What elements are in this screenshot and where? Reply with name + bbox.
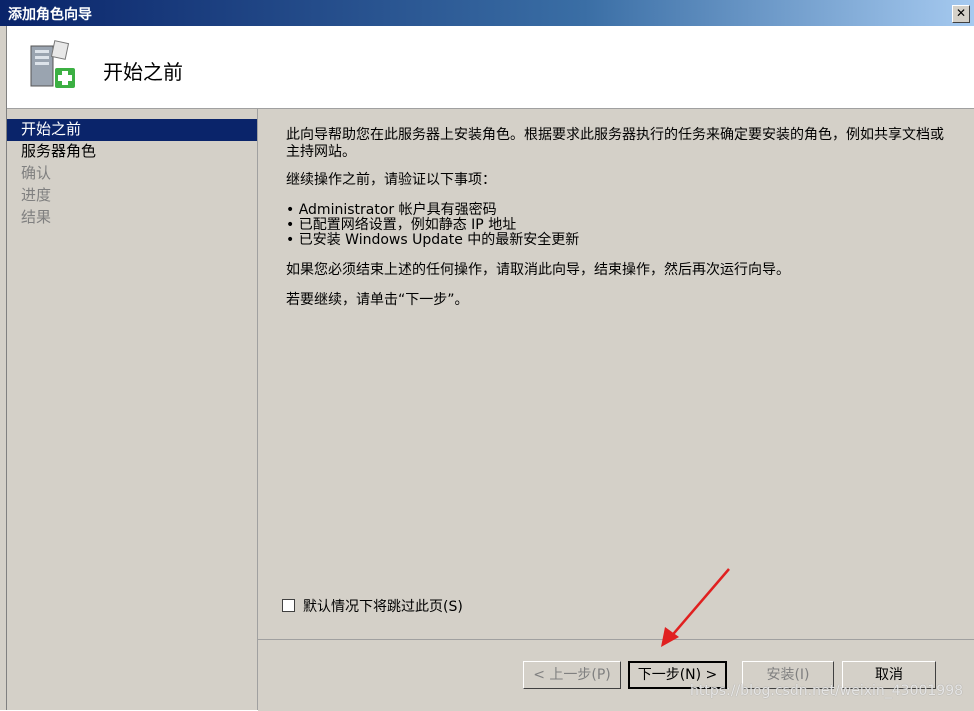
- window-title: 添加角色向导: [8, 7, 92, 23]
- nav-step-server-roles[interactable]: 服务器角色: [7, 141, 257, 163]
- wizard-header: 开始之前: [7, 26, 974, 109]
- requirement-list: Administrator 帐户具有强密码 已配置网络设置，例如静态 IP 地址…: [286, 203, 580, 248]
- back-button: < 上一步(P): [523, 661, 621, 689]
- close-button[interactable]: ✕: [952, 5, 970, 23]
- intro-text: 此向导帮助您在此服务器上安装角色。根据要求此服务器执行的任务来确定要安装的角色，…: [286, 127, 944, 160]
- server-add-icon: [30, 40, 75, 88]
- list-item: 已安装 Windows Update 中的最新安全更新: [286, 233, 580, 248]
- cancel-note: 如果您必须结束上述的任何操作，请取消此向导，结束操作，然后再次运行向导。: [286, 262, 790, 278]
- nav-step-results: 结果: [21, 208, 52, 226]
- watermark: https://blog.csdn.net/weixin_43001998: [690, 683, 964, 699]
- skip-page-option[interactable]: 默认情况下将跳过此页(S): [282, 596, 463, 616]
- background-window-edge: [0, 26, 7, 710]
- wizard-content: 此向导帮助您在此服务器上安装角色。根据要求此服务器执行的任务来确定要安装的角色，…: [258, 109, 974, 639]
- page-title: 开始之前: [103, 60, 183, 84]
- pre-check-text: 继续操作之前，请验证以下事项：: [286, 172, 496, 188]
- nav-step-progress: 进度: [21, 186, 52, 204]
- nav-step-confirmation: 确认: [21, 164, 52, 182]
- continue-note: 若要继续，请单击“下一步”。: [286, 292, 469, 308]
- skip-page-label[interactable]: 默认情况下将跳过此页(S): [303, 599, 463, 615]
- list-item: Administrator 帐户具有强密码: [286, 203, 579, 218]
- annotation-arrow-icon: [661, 568, 730, 647]
- title-bar: 添加角色向导 ✕: [0, 0, 974, 26]
- nav-step-before-you-begin[interactable]: 开始之前: [7, 119, 257, 141]
- wizard-step-nav: 开始之前 服务器角色 确认 进度 结果: [7, 109, 258, 710]
- skip-page-checkbox[interactable]: [282, 599, 295, 612]
- wizard-button-bar: < 上一步(P) 下一步(N) > 安装(I) 取消: [258, 639, 974, 711]
- list-item: 已配置网络设置，例如静态 IP 地址: [286, 218, 579, 233]
